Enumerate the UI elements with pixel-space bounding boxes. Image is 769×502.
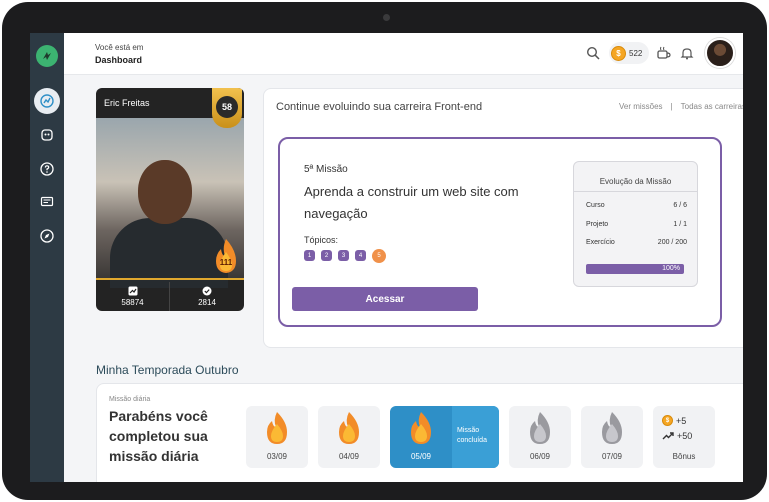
profile-card[interactable]: Eric Freitas 58 111 58874 2814 [96, 88, 244, 311]
coin-count: 522 [629, 48, 643, 58]
bonus-coins: $ +5 [662, 415, 686, 426]
topic-2[interactable]: 2 [321, 250, 332, 261]
day-date: 07/09 [601, 452, 623, 461]
main-content: Você está em Dashboard $ 522 Eric Freita… [64, 33, 743, 482]
stat-xp-value: 58874 [121, 298, 144, 307]
camera [383, 14, 390, 21]
bonus-xp-value: +50 [677, 431, 693, 441]
stat-completed-value: 2814 [198, 298, 216, 307]
topics-label: Tópicos: [304, 235, 339, 245]
sidebar [30, 33, 64, 482]
access-mission-button[interactable]: Acessar [292, 287, 478, 311]
device-frame: Você está em Dashboard $ 522 Eric Freita… [2, 2, 767, 500]
evolution-title: Evolução da Missão [574, 177, 697, 192]
fire-icon [267, 412, 287, 444]
evolution-row-project: Projeto 1 / 1 [586, 221, 687, 228]
fire-inactive-icon [530, 412, 550, 444]
nav-dashboard-icon[interactable] [34, 88, 60, 114]
day-tile-today[interactable]: 05/09 Missão concluída [390, 406, 499, 468]
check-icon [202, 286, 212, 296]
fire-inactive-icon [602, 412, 622, 444]
day-date: 04/09 [338, 452, 360, 461]
nav-help-icon[interactable] [34, 156, 60, 182]
streak-badge: 111 [212, 238, 240, 274]
app-logo[interactable] [36, 45, 58, 67]
mission-card-heading: Continue evoluindo sua carreira Front-en… [276, 101, 483, 113]
streak-value: 111 [219, 258, 233, 267]
daily-mission-label: Missão diária [109, 396, 151, 403]
season-title: Minha Temporada Outubro [96, 363, 239, 377]
mission-number: 5ª Missão [304, 164, 348, 175]
notification-bell-icon[interactable] [677, 43, 697, 63]
fire-icon [339, 412, 359, 444]
topic-1[interactable]: 1 [304, 250, 315, 261]
mission-evolution-panel: Evolução da Missão Curso 6 / 6 Projeto 1… [573, 161, 698, 287]
mission-completed-note: Missão concluída [452, 406, 499, 468]
fire-icon [411, 412, 431, 444]
trend-icon [128, 286, 137, 296]
day-tile[interactable]: 07/09 [581, 406, 643, 468]
stat-xp: 58874 [96, 282, 170, 311]
daily-mission-message: Parabéns você completou sua missão diári… [109, 408, 208, 464]
evolution-row-value: 6 / 6 [673, 202, 687, 209]
view-missions-link[interactable]: Ver missões [619, 102, 663, 111]
search-icon[interactable] [583, 43, 603, 63]
bonus-label: Bônus [672, 452, 696, 461]
card-divider [96, 278, 244, 280]
coffee-break-icon[interactable] [653, 42, 675, 64]
coin-balance[interactable]: $ 522 [609, 42, 649, 64]
stat-completed: 2814 [170, 282, 244, 311]
mission-title: Aprenda a construir um web site com nave… [304, 184, 519, 221]
evolution-row-course: Curso 6 / 6 [586, 202, 687, 209]
evolution-row-value: 200 / 200 [657, 239, 687, 246]
nav-explore-icon[interactable] [34, 223, 60, 249]
mission-progress-bar: 100% [586, 264, 684, 274]
bonus-coins-value: +5 [676, 415, 687, 426]
evolution-row-label: Projeto [586, 221, 609, 228]
all-careers-link[interactable]: Todas as carreiras [681, 102, 743, 111]
daily-mission-card: Missão diária Parabéns você completou su… [96, 383, 743, 482]
page-title: Dashboard [95, 55, 143, 65]
bonus-tile[interactable]: $ +5 +50 Bônus [653, 406, 715, 468]
mission-card: Continue evoluindo sua carreira Front-en… [263, 88, 743, 348]
nav-achievements-icon[interactable] [34, 122, 60, 148]
photo-head [138, 160, 192, 224]
coin-icon: $ [662, 415, 673, 426]
day-tile[interactable]: 03/09 [246, 406, 308, 468]
streak-fire-icon [216, 239, 236, 273]
day-tile[interactable]: 04/09 [318, 406, 380, 468]
topic-5-current[interactable]: 5 [372, 249, 386, 263]
top-bar: Você está em Dashboard $ 522 [64, 33, 743, 75]
level-value: 58 [216, 96, 238, 118]
trending-up-icon [662, 432, 674, 440]
current-mission: 5ª Missão Aprenda a construir um web sit… [278, 137, 722, 327]
link-separator: | [670, 102, 673, 111]
day-date: 03/09 [266, 452, 288, 461]
evolution-row-label: Curso [586, 202, 605, 209]
evolution-row-exercise: Exercício 200 / 200 [586, 239, 687, 246]
day-date: 06/09 [529, 452, 551, 461]
topic-3[interactable]: 3 [338, 250, 349, 261]
user-avatar[interactable] [705, 38, 735, 68]
bonus-xp: +50 [662, 431, 692, 441]
screen: Você está em Dashboard $ 522 Eric Freita… [30, 33, 743, 482]
topic-4[interactable]: 4 [355, 250, 366, 261]
mission-progress-label: 100% [662, 265, 680, 272]
coin-icon: $ [611, 45, 626, 61]
nav-certificates-icon[interactable] [34, 189, 60, 215]
level-badge: 58 [212, 88, 242, 128]
day-date: 05/09 [410, 452, 432, 461]
profile-name: Eric Freitas [104, 98, 150, 108]
day-tile[interactable]: 06/09 [509, 406, 571, 468]
breadcrumb-prefix: Você está em [95, 43, 144, 52]
evolution-row-value: 1 / 1 [673, 221, 687, 228]
evolution-row-label: Exercício [586, 239, 615, 246]
mission-links: Ver missões | Todas as carreiras [619, 102, 743, 111]
topic-list: 1 2 3 4 5 [304, 249, 386, 263]
